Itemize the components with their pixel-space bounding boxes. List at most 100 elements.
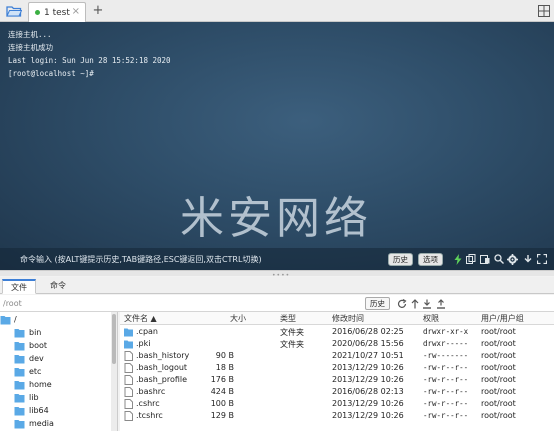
- file-name: .bash_profile: [136, 375, 188, 384]
- path-input[interactable]: [3, 297, 303, 310]
- file-icon: [124, 351, 133, 361]
- tree-item[interactable]: lib: [14, 391, 39, 404]
- file-row[interactable]: .cshrc 100 B 2013/12/29 10:26 -rw-r--r--…: [120, 398, 554, 410]
- folder-icon: [14, 419, 25, 428]
- close-tab-icon[interactable]: ×: [72, 6, 80, 17]
- tree-item-label: bin: [29, 328, 42, 337]
- tree-scrollbar[interactable]: [111, 312, 117, 431]
- terminal-prompt: [root@localhost ~]#: [8, 69, 94, 78]
- path-history-button[interactable]: 历史: [365, 297, 390, 310]
- folder-icon: [0, 315, 11, 324]
- terminal-line: Last login: Sun Jun 28 15:52:18 2020: [8, 56, 171, 65]
- tree-item[interactable]: etc: [14, 365, 41, 378]
- file-owner: root/root: [481, 327, 516, 336]
- command-bar: 历史 选项: [0, 248, 554, 270]
- tree-item[interactable]: bin: [14, 326, 41, 339]
- file-name: .cshrc: [136, 399, 160, 408]
- upload-icon[interactable]: [436, 298, 446, 309]
- path-bar: 历史: [0, 295, 554, 312]
- tree-item-root[interactable]: /: [0, 313, 17, 326]
- session-tabbar: 1 test × +: [0, 0, 554, 22]
- file-mtime: 2020/06/28 15:56: [332, 339, 404, 348]
- file-size: 424 B: [210, 387, 234, 396]
- file-mtime: 2013/12/29 10:26: [332, 363, 404, 372]
- file-owner: root/root: [481, 399, 516, 408]
- file-permissions: -rw-------: [423, 351, 469, 360]
- command-input[interactable]: [20, 253, 380, 266]
- copy-icon[interactable]: [465, 253, 476, 265]
- column-header-name[interactable]: 文件名 ▲: [124, 313, 157, 324]
- file-row[interactable]: .pki 文件夹 2020/06/28 15:56 drwxr----- roo…: [120, 338, 554, 350]
- file-row[interactable]: .cpan 文件夹 2016/06/28 02:25 drwxr-xr-x ro…: [120, 326, 554, 338]
- tab-label: 1 test: [44, 7, 70, 18]
- column-header-owner[interactable]: 用户/用户组: [481, 313, 524, 324]
- grid-icon[interactable]: [538, 5, 550, 17]
- lightning-icon[interactable]: [452, 253, 463, 265]
- file-size: 18 B: [215, 363, 234, 372]
- file-owner: root/root: [481, 411, 516, 420]
- file-name: .bash_history: [136, 351, 190, 360]
- file-row[interactable]: .tcshrc 129 B 2013/12/29 10:26 -rw-r--r-…: [120, 410, 554, 422]
- column-header-type[interactable]: 类型: [280, 313, 296, 324]
- add-tab-button[interactable]: +: [91, 3, 105, 18]
- file-permissions: -rw-r--r--: [423, 363, 469, 372]
- download-icon[interactable]: [522, 253, 533, 265]
- tab-test[interactable]: 1 test ×: [28, 2, 86, 22]
- tree-item-label: lib64: [29, 406, 49, 415]
- tab-files[interactable]: 文件: [2, 279, 36, 294]
- folder-open-icon[interactable]: [4, 3, 24, 19]
- folder-icon: [14, 380, 25, 389]
- tree-item-label: etc: [29, 367, 42, 376]
- file-name: .tcshrc: [136, 411, 163, 420]
- file-row[interactable]: .bash_history 90 B 2021/10/27 10:51 -rw-…: [120, 350, 554, 362]
- terminal-panel[interactable]: 连接主机... 连接主机成功 Last login: Sun Jun 28 15…: [0, 22, 554, 270]
- tree-item[interactable]: home: [14, 378, 52, 391]
- tab-commands[interactable]: 命令: [42, 279, 74, 294]
- tree-item[interactable]: lib64: [14, 404, 49, 417]
- panel-splitter[interactable]: ••••: [0, 270, 554, 279]
- bottom-panel-tabs: 文件 命令: [0, 277, 554, 294]
- file-type: 文件夹: [280, 328, 304, 337]
- tree-item[interactable]: media: [14, 417, 54, 430]
- tree-item-label: boot: [29, 341, 48, 350]
- folder-icon: [14, 406, 25, 415]
- directory-tree: / bin boot dev etc home lib lib64 media: [0, 312, 118, 431]
- options-button[interactable]: 选项: [418, 253, 443, 266]
- file-permissions: -rw-r--r--: [423, 411, 469, 420]
- file-list: 文件名 ▲ 大小 类型 修改时间 权限 用户/用户组 .cpan 文件夹 201…: [120, 312, 554, 431]
- folder-icon: [14, 328, 25, 337]
- folder-icon: [14, 367, 25, 376]
- download-icon[interactable]: [422, 298, 432, 309]
- folder-icon: [14, 393, 25, 402]
- file-type: 文件夹: [280, 340, 304, 349]
- background-watermark: 米安网络: [180, 193, 372, 244]
- file-name: .pki: [136, 339, 151, 348]
- file-row[interactable]: .bashrc 424 B 2016/06/28 02:13 -rw-r--r-…: [120, 386, 554, 398]
- refresh-icon[interactable]: [397, 298, 407, 309]
- folder-icon: [124, 340, 133, 349]
- file-row[interactable]: .bash_profile 176 B 2013/12/29 10:26 -rw…: [120, 374, 554, 386]
- up-icon[interactable]: [410, 298, 420, 309]
- paste-icon[interactable]: [479, 253, 490, 265]
- column-header-permissions[interactable]: 权限: [423, 313, 439, 324]
- file-mtime: 2021/10/27 10:51: [332, 351, 404, 360]
- column-header-mtime[interactable]: 修改时间: [332, 313, 364, 324]
- file-owner: root/root: [481, 363, 516, 372]
- file-mtime: 2013/12/29 10:26: [332, 399, 404, 408]
- history-button[interactable]: 历史: [388, 253, 413, 266]
- folder-icon: [14, 341, 25, 350]
- tree-item[interactable]: boot: [14, 339, 47, 352]
- file-icon: [124, 399, 133, 409]
- gear-icon[interactable]: [507, 253, 518, 265]
- fullscreen-icon[interactable]: [536, 253, 547, 265]
- file-name: .bash_logout: [136, 363, 188, 372]
- tree-item-label: lib: [29, 393, 39, 402]
- file-owner: root/root: [481, 351, 516, 360]
- scrollbar-thumb[interactable]: [112, 314, 116, 364]
- search-icon[interactable]: [493, 253, 504, 265]
- tree-item[interactable]: dev: [14, 352, 44, 365]
- file-permissions: drwxr-----: [423, 339, 469, 348]
- file-size: 90 B: [215, 351, 234, 360]
- file-row[interactable]: .bash_logout 18 B 2013/12/29 10:26 -rw-r…: [120, 362, 554, 374]
- column-header-size[interactable]: 大小: [230, 313, 246, 324]
